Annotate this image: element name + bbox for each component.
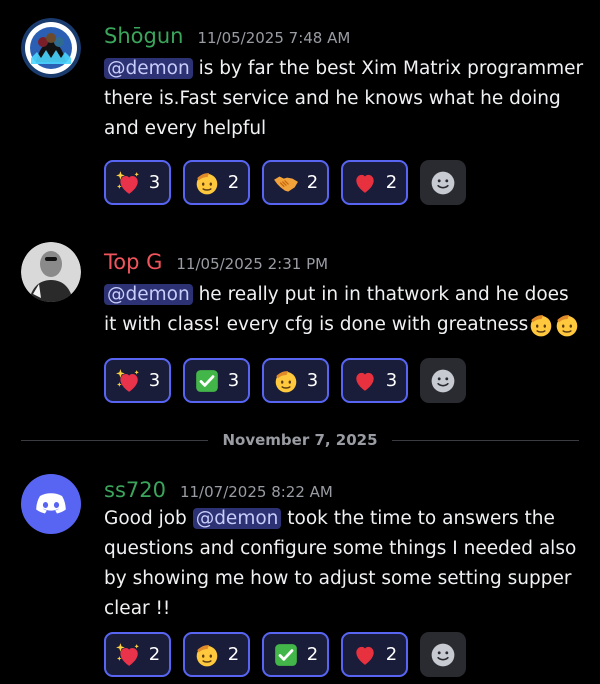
reaction-check-mark[interactable]: 2 [262,632,329,677]
reaction-saluting-face[interactable]: 3 [262,358,329,403]
chat-log: Shōgun 11/05/2025 7:48 AM @demon is by f… [0,0,600,684]
author-name[interactable]: Shōgun [104,24,183,48]
reaction-count: 3 [306,370,319,391]
avatar[interactable] [21,242,81,302]
timestamp: 11/05/2025 2:31 PM [176,255,329,273]
check-mark-icon [194,368,220,394]
reaction-sparkling-heart[interactable]: 3 [104,160,171,205]
date-divider: November 7, 2025 [21,428,580,452]
author-name[interactable]: ss720 [104,478,166,502]
user-mention[interactable]: @demon [192,508,282,529]
message-content: @demon he really put in in thatwork and … [104,280,584,340]
check-mark-icon [273,642,299,668]
add-reaction-button[interactable] [420,160,466,205]
smile-icon [430,642,456,668]
reaction-count: 3 [385,370,398,391]
user-mention[interactable]: @demon [104,284,193,305]
reaction-sparkling-heart[interactable]: 3 [104,358,171,403]
saluting-face-icon [194,642,220,668]
user-mention[interactable]: @demon [104,58,193,79]
reaction-handshake[interactable]: 2 [262,160,329,205]
reaction-red-heart[interactable]: 2 [341,160,408,205]
reaction-check-mark[interactable]: 3 [183,358,250,403]
saluting-face-icon [528,312,554,338]
message-content: @demon is by far the best Xim Matrix pro… [104,54,584,144]
saluting-face-icon [194,170,220,196]
divider-date-label: November 7, 2025 [222,431,378,449]
reaction-count: 3 [148,172,161,193]
reactions-bar: 2 2 2 2 [104,632,466,677]
avatar[interactable] [21,18,81,78]
add-reaction-button[interactable] [420,358,466,403]
reaction-red-heart[interactable]: 2 [341,632,408,677]
reactions-bar: 3 3 3 3 [104,358,466,403]
sparkling-heart-icon [115,642,141,668]
add-reaction-button[interactable] [420,632,466,677]
handshake-icon [273,170,299,196]
reaction-saluting-face[interactable]: 2 [183,632,250,677]
reaction-sparkling-heart[interactable]: 2 [104,632,171,677]
reaction-count: 3 [227,370,240,391]
divider-line [21,439,209,441]
avatar-image-icon [21,18,81,78]
reaction-count: 2 [306,172,319,193]
reaction-count: 2 [227,644,240,665]
sparkling-heart-icon [115,368,141,394]
sparkling-heart-icon [115,170,141,196]
red-heart-icon [352,170,378,196]
reaction-count: 2 [306,644,319,665]
discord-logo-icon [36,493,66,514]
reaction-count: 3 [148,370,161,391]
timestamp: 11/05/2025 7:48 AM [197,29,351,47]
message-text: Good job [104,508,193,529]
author-name[interactable]: Top G [104,250,162,274]
smile-icon [430,368,456,394]
reactions-bar: 3 2 2 2 [104,160,466,205]
timestamp: 11/07/2025 8:22 AM [179,483,333,501]
avatar[interactable] [21,474,81,534]
reaction-count: 2 [227,172,240,193]
avatar-image-icon [21,242,81,302]
reaction-count: 2 [385,172,398,193]
reaction-count: 2 [385,644,398,665]
red-heart-icon [352,368,378,394]
reaction-red-heart[interactable]: 3 [341,358,408,403]
divider-line [391,439,580,441]
message-content: Good job @demon took the time to answers… [104,504,584,624]
saluting-face-icon [273,368,299,394]
red-heart-icon [352,642,378,668]
reaction-saluting-face[interactable]: 2 [183,160,250,205]
smile-icon [430,170,456,196]
saluting-face-icon [554,312,580,338]
reaction-count: 2 [148,644,161,665]
